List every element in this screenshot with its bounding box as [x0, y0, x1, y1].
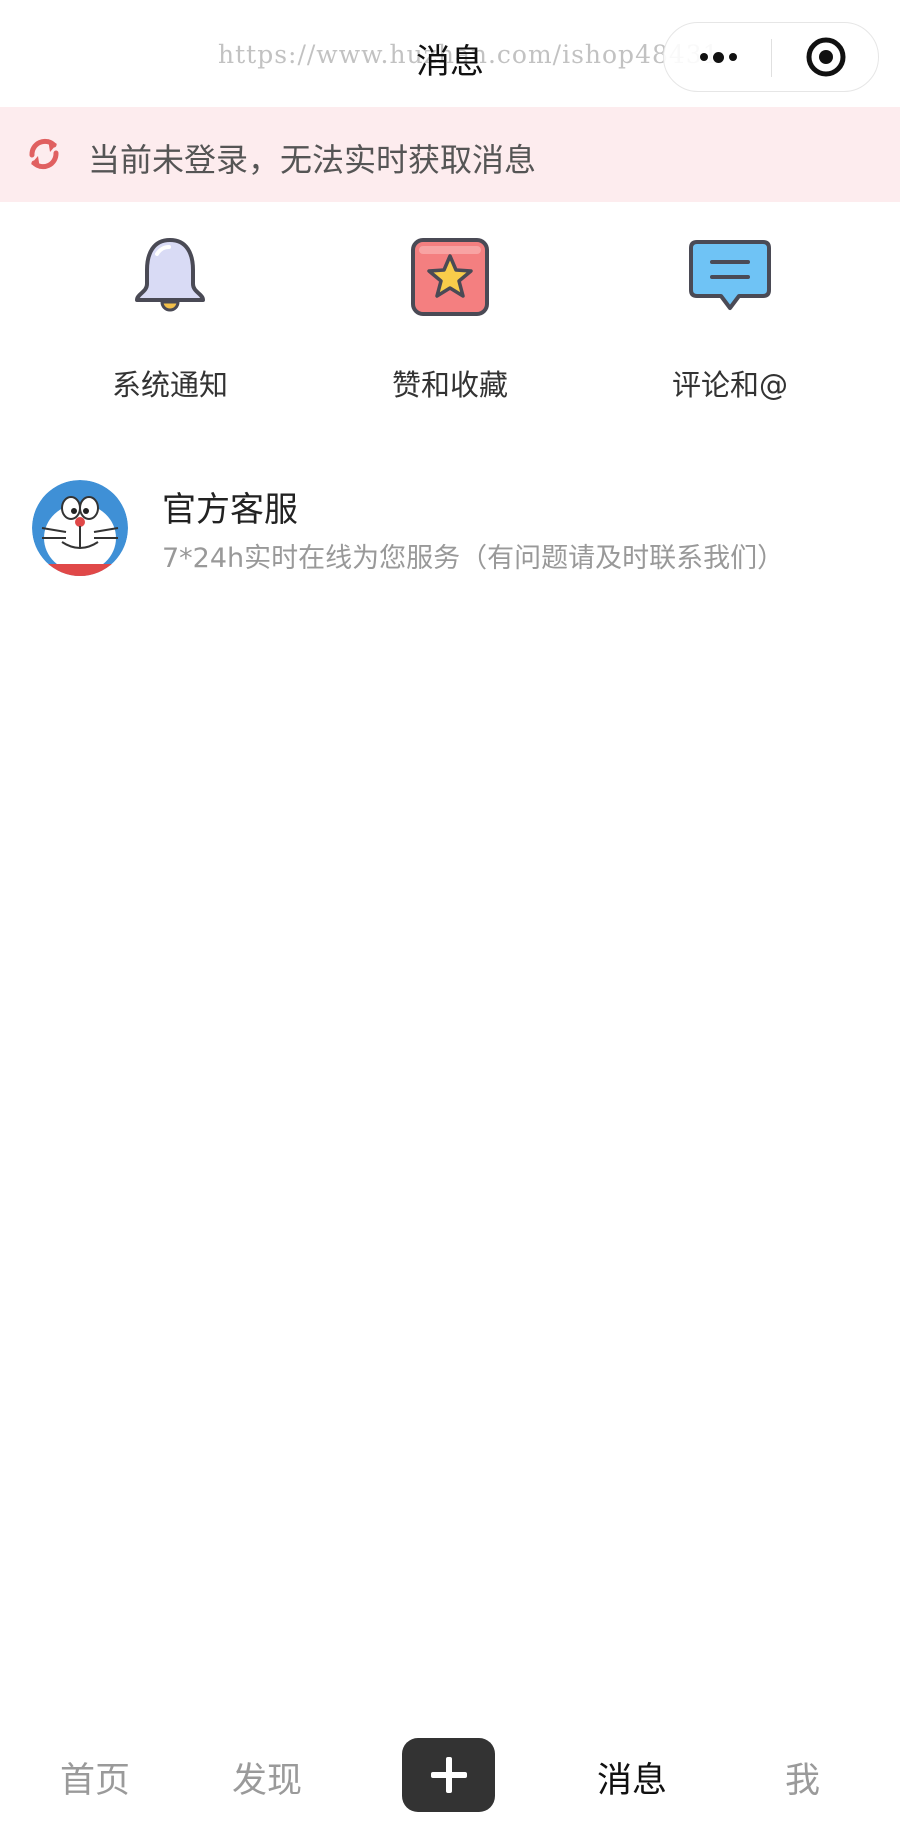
- bell-icon: [135, 238, 205, 312]
- mini-program-capsule: [663, 22, 879, 92]
- message-categories: 系统通知 赞和收藏 评论和@: [0, 228, 900, 418]
- doraemon-avatar: [32, 480, 128, 576]
- login-banner[interactable]: 当前未登录，无法实时获取消息: [0, 107, 900, 202]
- target-circle-icon[interactable]: [772, 23, 880, 91]
- entry-likes-favorites[interactable]: 赞和收藏: [330, 228, 570, 408]
- plus-icon: [430, 1757, 467, 1793]
- service-title: 官方客服: [162, 490, 298, 530]
- star-icon: [411, 238, 489, 316]
- entry-label: 评论和@: [671, 368, 788, 402]
- entry-system-notice[interactable]: 系统通知: [50, 228, 290, 408]
- tab-home[interactable]: 首页: [60, 1752, 130, 1803]
- entry-label: 赞和收藏: [391, 368, 508, 402]
- tab-messages[interactable]: 消息: [597, 1752, 667, 1803]
- official-service-row[interactable]: 官方客服 7*24h实时在线为您服务（有问题请及时联系我们）: [0, 470, 900, 590]
- entry-comments-mentions[interactable]: 评论和@: [610, 228, 850, 408]
- bottom-tab-bar: 首页 发现 消息 我: [0, 1724, 900, 1824]
- entry-label: 系统通知: [111, 368, 228, 402]
- comment-icon: [689, 240, 771, 310]
- service-description: 7*24h实时在线为您服务（有问题请及时联系我们）: [162, 543, 785, 574]
- refresh-icon: [29, 138, 59, 170]
- tab-me[interactable]: 我: [785, 1752, 820, 1803]
- tab-discover[interactable]: 发现: [232, 1752, 302, 1803]
- nav-header: https://www.huzhan.com/ishop48431 消息: [0, 0, 900, 107]
- more-dots-icon[interactable]: [664, 23, 772, 91]
- add-button[interactable]: [402, 1738, 495, 1812]
- login-banner-text: 当前未登录，无法实时获取消息: [88, 141, 537, 179]
